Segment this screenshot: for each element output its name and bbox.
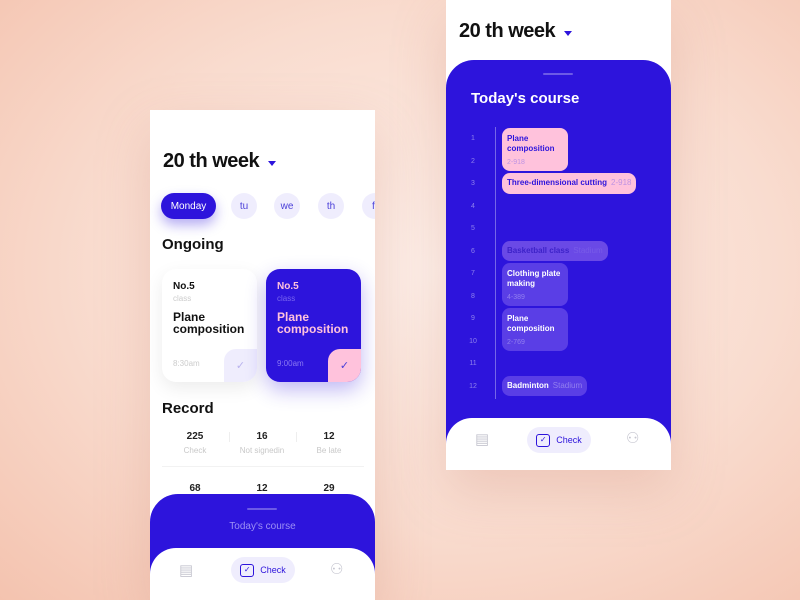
course-room: Stadium — [552, 380, 583, 390]
nav-check-button[interactable]: ✓ Check — [231, 557, 295, 583]
course-time: 8:30am — [173, 359, 200, 368]
nav-check-button[interactable]: ✓ Check — [527, 427, 591, 453]
drag-handle[interactable] — [543, 73, 573, 75]
period-number: 8 — [471, 292, 475, 300]
course-block[interactable]: Plane composition 2-918 — [502, 128, 568, 171]
nav-check-label: Check — [260, 565, 286, 575]
nav-check-label: Check — [556, 435, 582, 445]
period-number: 9 — [471, 315, 475, 322]
course-name: Badminton — [507, 380, 549, 390]
day-tab-we[interactable]: we — [274, 193, 300, 219]
stat-be-late: 12 Be late — [296, 431, 362, 455]
stat: 29 — [296, 483, 362, 494]
period-number: 2 — [471, 157, 475, 165]
course-room: Stadium — [573, 245, 603, 255]
period-number: 10 — [469, 337, 477, 345]
sheet-title: Today's course — [471, 90, 580, 107]
stat-label: Not signedin — [239, 446, 285, 455]
divider — [229, 432, 230, 442]
drag-handle[interactable] — [247, 508, 277, 510]
period-number: 12 — [469, 382, 477, 390]
timeline-line — [495, 127, 496, 399]
chevron-down-icon[interactable] — [268, 161, 276, 166]
course-block[interactable]: Plane composition 2-769 — [502, 308, 568, 351]
profile-icon[interactable]: ⚇ — [626, 429, 639, 447]
bottom-nav: ▤ ✓ Check ⚇ — [150, 548, 375, 600]
week-title[interactable]: 20 th week — [459, 20, 556, 43]
ongoing-card[interactable]: No.5 class Plane composition 8:30am ✓ — [162, 269, 257, 382]
profile-icon[interactable]: ⚇ — [330, 560, 343, 578]
stat-check: 225 Check — [162, 431, 228, 455]
phone-screen-week: 20 th week Monday tu we th f Ongoing No.… — [150, 110, 375, 600]
course-block[interactable]: Clothing plate making 4-389 — [502, 263, 568, 306]
stat-label: Be late — [316, 446, 342, 455]
day-tab-f[interactable]: f — [362, 193, 375, 219]
class-label: class — [277, 294, 296, 303]
check-icon[interactable]: ✓ — [224, 349, 257, 382]
course-name: Plane composition — [507, 314, 555, 333]
course-name: Plane composition — [173, 310, 245, 336]
record-title: Record — [162, 400, 214, 417]
stat-value: 12 — [323, 431, 335, 442]
course-room: 2-769 — [507, 339, 525, 346]
course-name: Basketball class — [507, 245, 570, 255]
course-name: Three-dimensional cutting — [507, 178, 608, 187]
notes-icon[interactable]: ▤ — [179, 561, 193, 579]
course-name: Plane composition — [507, 134, 555, 153]
course-room: 2-918 — [611, 178, 632, 187]
stat-value: 29 — [323, 483, 335, 494]
stat-value: 68 — [189, 483, 201, 494]
ongoing-card-active[interactable]: No.5 class Plane composition 9:00am ✓ — [266, 269, 361, 382]
course-block[interactable]: Badminton Stadium — [502, 375, 588, 396]
chevron-down-icon[interactable] — [564, 31, 572, 36]
class-number: No.5 — [277, 281, 299, 292]
period-number: 5 — [471, 225, 475, 232]
course-time: 9:00am — [277, 359, 304, 368]
stat-value: 12 — [256, 483, 268, 494]
calendar-check-icon: ✓ — [536, 433, 551, 447]
stat-value: 16 — [256, 431, 268, 442]
period-number: 1 — [471, 135, 475, 142]
course-room: 2-918 — [507, 159, 525, 166]
calendar-check-icon: ✓ — [240, 563, 255, 577]
period-number: 3 — [471, 180, 475, 187]
check-icon[interactable]: ✓ — [328, 349, 361, 382]
today-course-sheet: Today's course 1 2 3 4 5 6 7 8 9 10 11 12 Plane comp… — [446, 60, 671, 470]
sheet-title: Today's course — [229, 521, 296, 532]
course-name: Clothing plate making — [507, 269, 561, 288]
period-number: 6 — [471, 247, 475, 255]
course-block[interactable]: Basketball class Stadium — [502, 240, 608, 261]
day-tab-tu[interactable]: tu — [231, 193, 257, 219]
period-number: 4 — [471, 202, 475, 210]
course-block[interactable]: Three-dimensional cutting 2-918 — [502, 173, 637, 194]
stat: 68 — [162, 483, 228, 494]
course-name: Plane composition — [277, 310, 349, 336]
course-room: 4-389 — [507, 294, 525, 301]
class-label: class — [173, 294, 192, 303]
notes-icon[interactable]: ▤ — [475, 430, 489, 448]
day-tab-monday[interactable]: Monday — [161, 193, 216, 219]
divider — [296, 432, 297, 442]
bottom-nav: ▤ ✓ Check ⚇ — [446, 418, 671, 470]
ongoing-title: Ongoing — [162, 236, 224, 253]
day-tab-th[interactable]: th — [318, 193, 344, 219]
period-number: 11 — [469, 360, 477, 367]
phone-screen-today: 20 th week Today's course 1 2 3 4 5 6 7 8 9 10 11 1… — [446, 0, 671, 470]
class-number: No.5 — [173, 281, 195, 292]
stat: 12 — [229, 483, 295, 494]
stat-label: Check — [183, 446, 207, 455]
divider — [162, 466, 364, 467]
stat-value: 225 — [186, 431, 204, 442]
stat-not-signed-in: 16 Not signedin — [229, 431, 295, 455]
period-number: 7 — [471, 270, 475, 277]
week-title[interactable]: 20 th week — [163, 150, 260, 173]
